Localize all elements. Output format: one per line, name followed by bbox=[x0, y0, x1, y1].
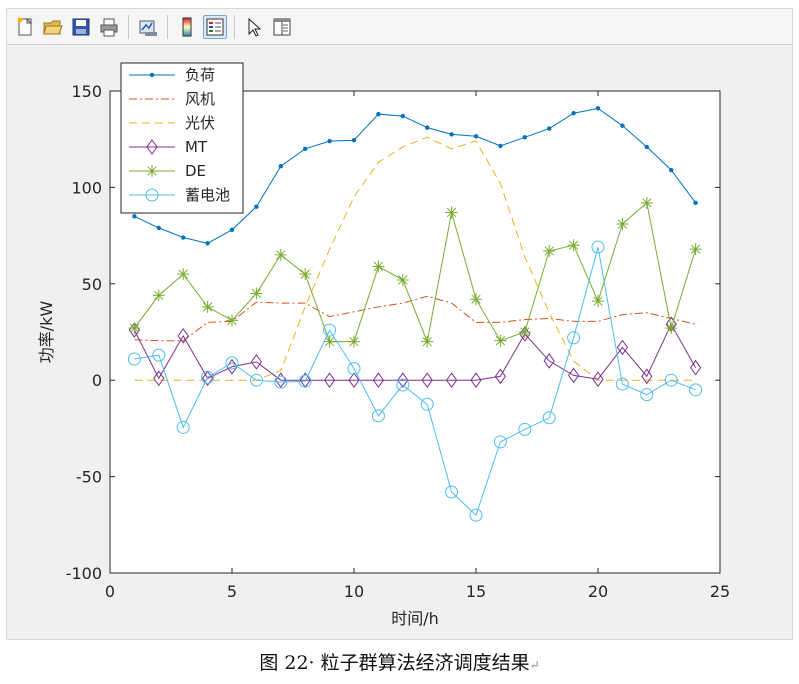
data-point bbox=[571, 110, 576, 116]
data-point bbox=[226, 314, 238, 327]
caption-text: 图 22· 粒子群算法经济调度结果 bbox=[259, 652, 530, 674]
data-point bbox=[498, 143, 503, 149]
data-point bbox=[201, 300, 214, 313]
data-point bbox=[205, 241, 210, 246]
x-axis-label: 时间/h bbox=[391, 609, 439, 628]
data-point bbox=[689, 243, 702, 256]
y-tick-label: 100 bbox=[71, 178, 102, 197]
legend-label: 风机 bbox=[185, 90, 215, 108]
data-point bbox=[522, 135, 527, 140]
data-point bbox=[473, 134, 479, 139]
y-tick-label: -50 bbox=[76, 468, 102, 487]
x-tick-label: 15 bbox=[466, 582, 486, 601]
x-tick-label: 20 bbox=[588, 582, 608, 601]
data-point bbox=[303, 146, 308, 152]
data-point bbox=[149, 72, 155, 78]
data-point bbox=[177, 268, 190, 281]
data-point bbox=[669, 167, 674, 173]
data-point bbox=[152, 289, 165, 302]
data-point bbox=[470, 293, 482, 306]
data-point bbox=[229, 227, 235, 233]
data-point bbox=[644, 144, 649, 150]
data-point bbox=[425, 125, 430, 130]
legend[interactable]: 负荷风机光伏 MT DE 蓄电池 bbox=[120, 62, 244, 214]
data-point bbox=[494, 334, 507, 347]
data-point bbox=[449, 132, 454, 137]
x-tick-label: 25 bbox=[710, 582, 730, 601]
y-tick-label: 150 bbox=[71, 82, 102, 101]
data-point bbox=[351, 137, 357, 143]
data-point bbox=[616, 218, 629, 231]
data-point bbox=[518, 326, 531, 338]
data-point bbox=[567, 239, 580, 252]
legend-label: 蓄电池 bbox=[185, 186, 230, 204]
data-point bbox=[543, 245, 556, 258]
y-tick-label: 0 bbox=[92, 371, 102, 390]
legend-label: MT bbox=[185, 138, 208, 156]
paragraph-mark: ↵ bbox=[529, 658, 540, 672]
data-point bbox=[595, 106, 601, 111]
data-point bbox=[327, 138, 332, 144]
x-tick-label: 0 bbox=[105, 582, 115, 601]
data-point bbox=[620, 123, 625, 128]
x-tick-label: 10 bbox=[344, 582, 364, 601]
data-point bbox=[274, 248, 287, 261]
data-point bbox=[156, 225, 161, 231]
figure-caption: 图 22· 粒子群算法经济调度结果↵ bbox=[0, 648, 799, 675]
legend-label: DE bbox=[185, 162, 206, 180]
data-point bbox=[640, 196, 653, 209]
data-point bbox=[348, 335, 360, 348]
data-point bbox=[181, 235, 186, 240]
data-point bbox=[146, 165, 158, 177]
data-point bbox=[278, 163, 283, 169]
data-point bbox=[128, 322, 141, 335]
data-point bbox=[372, 260, 385, 273]
data-point bbox=[445, 206, 458, 219]
data-point bbox=[400, 113, 405, 119]
data-point bbox=[250, 287, 263, 300]
y-tick-label: -100 bbox=[66, 564, 102, 583]
data-point bbox=[421, 335, 434, 348]
x-tick-label: 5 bbox=[227, 582, 237, 601]
data-point bbox=[547, 126, 552, 131]
data-point bbox=[693, 200, 698, 206]
y-axis-label: 功率/kW bbox=[37, 301, 56, 364]
chart-canvas: 0 5 10 15 20 25 -100 -50 0 50 100 150 时间/h 功率/kW 负… bbox=[37, 62, 730, 628]
legend-label: 负荷 bbox=[185, 66, 215, 84]
data-point bbox=[592, 295, 604, 308]
legend-label: 光伏 bbox=[185, 114, 215, 132]
data-point bbox=[254, 204, 259, 209]
data-point bbox=[396, 273, 409, 286]
data-point bbox=[665, 322, 678, 335]
y-tick-label: 50 bbox=[82, 275, 102, 294]
data-point bbox=[299, 268, 312, 281]
data-point bbox=[376, 111, 381, 117]
data-point bbox=[132, 214, 137, 219]
